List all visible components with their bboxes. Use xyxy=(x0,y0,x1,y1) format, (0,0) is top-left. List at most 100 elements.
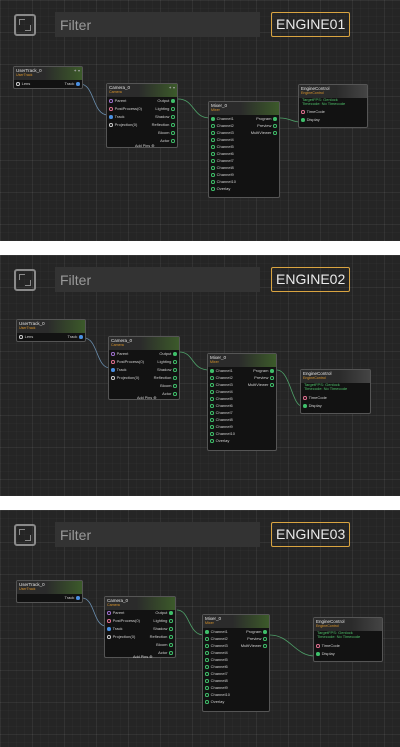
input-row[interactable]: Channel9 xyxy=(210,424,235,430)
input-row[interactable]: Channel7 xyxy=(205,671,230,677)
pin-icon[interactable] xyxy=(205,651,209,655)
pin-icon[interactable] xyxy=(301,110,305,114)
input-row[interactable]: Channel2 xyxy=(210,375,235,381)
pin-icon[interactable] xyxy=(173,392,177,396)
pin-icon[interactable] xyxy=(303,404,307,408)
pin-icon[interactable] xyxy=(316,652,320,656)
input-row[interactable]: Channel1 xyxy=(210,368,235,374)
pin-icon[interactable] xyxy=(107,635,111,639)
output-row[interactable]: Program xyxy=(244,629,267,635)
output-row[interactable]: Bloom xyxy=(156,130,175,136)
input-row[interactable]: Channel6 xyxy=(205,664,230,670)
input-row[interactable]: Channel3 xyxy=(210,382,235,388)
input-row[interactable]: Lens xyxy=(19,334,35,340)
pin-icon[interactable] xyxy=(111,368,115,372)
pin-icon[interactable] xyxy=(273,131,277,135)
usertrack-node[interactable]: UserTrack_0 UserTrack Track xyxy=(16,580,83,603)
output-row[interactable]: Lighting xyxy=(155,359,177,365)
pin-icon[interactable] xyxy=(171,107,175,111)
pin-icon[interactable] xyxy=(107,611,111,615)
output-row[interactable]: Reflection xyxy=(150,122,175,128)
input-row[interactable]: Channel1 xyxy=(205,629,230,635)
input-row[interactable]: Channel2 xyxy=(211,123,236,129)
input-row[interactable]: Overlay xyxy=(211,186,232,192)
input-row[interactable]: Channel6 xyxy=(211,151,236,157)
pin-icon[interactable] xyxy=(210,383,214,387)
output-row[interactable]: Reflection xyxy=(152,375,177,381)
input-row[interactable]: Overlay xyxy=(210,438,231,444)
pin-icon[interactable] xyxy=(169,651,173,655)
pin-icon[interactable] xyxy=(109,115,113,119)
input-row[interactable]: Projection(0) xyxy=(109,122,139,128)
pin-icon[interactable] xyxy=(210,397,214,401)
input-row[interactable]: Channel8 xyxy=(210,417,235,423)
pin-icon[interactable] xyxy=(270,369,274,373)
pin-icon[interactable] xyxy=(107,627,111,631)
input-row[interactable]: Channel10 xyxy=(211,179,238,185)
input-row[interactable]: Channel6 xyxy=(210,403,235,409)
pin-icon[interactable] xyxy=(273,124,277,128)
pin-icon[interactable] xyxy=(211,145,215,149)
pin-icon[interactable] xyxy=(109,107,113,111)
pin-icon[interactable] xyxy=(205,693,209,697)
graph-panel-1[interactable]: ENGINE01 UserTrack_0 UserTrack ✦ ▾ Lens … xyxy=(0,0,400,241)
input-row[interactable]: Channel10 xyxy=(210,431,237,437)
output-row[interactable]: Actor xyxy=(160,391,177,397)
input-row[interactable]: Channel7 xyxy=(210,410,235,416)
input-row[interactable]: Channel8 xyxy=(211,165,236,171)
input-row[interactable]: Projection(0) xyxy=(111,375,141,381)
usertrack-node[interactable]: UserTrack_0 UserTrack ✦ ▾ Lens Track xyxy=(13,66,83,89)
pin-icon[interactable] xyxy=(211,124,215,128)
pin-icon[interactable] xyxy=(211,159,215,163)
input-row[interactable]: Channel7 xyxy=(211,158,236,164)
graph-panel-2[interactable]: ENGINE02 UserTrack_0 UserTrack Lens Trac… xyxy=(0,255,400,496)
input-row[interactable]: Channel9 xyxy=(205,685,230,691)
input-row[interactable]: Channel5 xyxy=(210,396,235,402)
input-row[interactable]: Channel1 xyxy=(211,116,236,122)
output-row[interactable]: Output xyxy=(153,610,173,616)
output-row[interactable]: MultiViewer xyxy=(239,643,267,649)
pin-icon[interactable] xyxy=(210,411,214,415)
pin-icon[interactable] xyxy=(107,619,111,623)
pin-icon[interactable] xyxy=(210,390,214,394)
input-row[interactable]: Channel3 xyxy=(211,130,236,136)
output-row[interactable]: Shadow xyxy=(155,367,177,373)
pin-icon[interactable] xyxy=(109,99,113,103)
enginecontrol-node[interactable]: EngineControl EngineControl TargetFPS: G… xyxy=(298,84,368,128)
pin-icon[interactable] xyxy=(211,180,215,184)
pin-icon[interactable] xyxy=(270,376,274,380)
input-row[interactable]: Display xyxy=(303,403,324,409)
pin-icon[interactable] xyxy=(211,173,215,177)
pin-icon[interactable] xyxy=(171,131,175,135)
pin-icon[interactable] xyxy=(171,99,175,103)
pin-icon[interactable] xyxy=(173,384,177,388)
pin-icon[interactable] xyxy=(169,635,173,639)
pin-icon[interactable] xyxy=(263,637,267,641)
output-row[interactable]: Bloom xyxy=(158,383,177,389)
output-row[interactable]: Lighting xyxy=(151,618,173,624)
pin-icon[interactable] xyxy=(19,335,23,339)
camera-node[interactable]: Camera_0 Camera Parent PostProcess(0) Tr… xyxy=(104,596,176,659)
input-row[interactable]: Lens xyxy=(16,81,32,87)
pin-icon[interactable] xyxy=(210,369,214,373)
mixer-node[interactable]: Mixer_0 Mixer Channel1 Channel2 Channel3… xyxy=(207,353,277,451)
output-row[interactable]: Bloom xyxy=(154,642,173,648)
pin-icon[interactable] xyxy=(111,360,115,364)
pin-icon[interactable] xyxy=(273,117,277,121)
input-row[interactable]: Channel3 xyxy=(205,643,230,649)
pin-icon[interactable] xyxy=(263,644,267,648)
pin-icon[interactable] xyxy=(211,187,215,191)
enginecontrol-node[interactable]: EngineControl EngineControl TargetFPS: G… xyxy=(300,369,371,414)
output-row[interactable]: Preview xyxy=(255,123,277,129)
pin-icon[interactable] xyxy=(171,123,175,127)
pin-icon[interactable] xyxy=(205,644,209,648)
pin-icon[interactable] xyxy=(303,396,307,400)
usertrack-node[interactable]: UserTrack_0 UserTrack Lens Track xyxy=(16,319,86,342)
pin-icon[interactable] xyxy=(210,432,214,436)
pin-icon[interactable] xyxy=(316,644,320,648)
pin-icon[interactable] xyxy=(205,637,209,641)
output-row[interactable]: Preview xyxy=(252,375,274,381)
output-row[interactable]: Shadow xyxy=(153,114,175,120)
pin-icon[interactable] xyxy=(169,643,173,647)
output-row[interactable]: Track xyxy=(63,595,80,601)
